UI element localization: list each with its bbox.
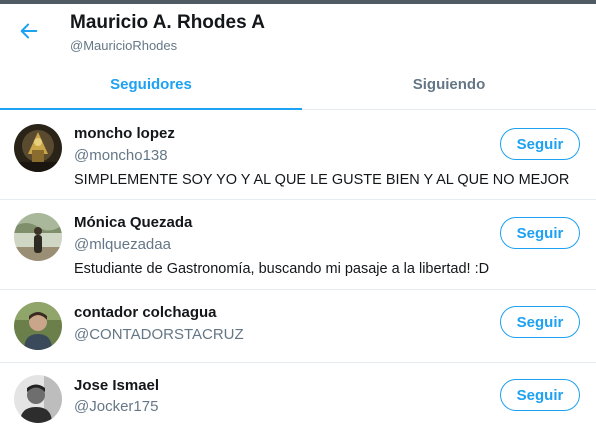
profile-header: Mauricio A. Rhodes A @MauricioRhodes	[0, 4, 596, 60]
user-bio: SIMPLEMENTE SOY YO Y AL QUE LE GUSTE BIE…	[74, 172, 570, 188]
page-title: Mauricio A. Rhodes A	[70, 12, 265, 33]
user-name[interactable]: moncho lopez	[74, 125, 175, 142]
follow-button[interactable]: Seguir	[500, 128, 580, 160]
arrow-left-icon	[20, 23, 38, 39]
follow-button[interactable]: Seguir	[500, 379, 580, 411]
avatar[interactable]	[14, 124, 62, 172]
avatar[interactable]	[14, 375, 62, 423]
list-item[interactable]: moncho lopez @moncho138 SIMPLEMENTE SOY …	[0, 111, 596, 200]
user-name[interactable]: Mónica Quezada	[74, 214, 192, 231]
user-name[interactable]: contador colchagua	[74, 304, 217, 321]
tab-bar: Seguidores Siguiendo	[0, 60, 596, 110]
user-name[interactable]: Jose Ismael	[74, 377, 159, 394]
active-tab-indicator	[0, 108, 302, 110]
user-handle[interactable]: @moncho138	[74, 147, 168, 164]
list-item[interactable]: contador colchagua @CONTADORSTACRUZ Segu…	[0, 290, 596, 363]
avatar[interactable]	[14, 302, 62, 350]
back-button[interactable]	[14, 16, 44, 46]
list-item[interactable]: Jose Ismael @Jocker175 Seguir	[0, 363, 596, 434]
user-handle[interactable]: @CONTADORSTACRUZ	[74, 326, 244, 343]
list-item[interactable]: Mónica Quezada @mlquezadaa Estudiante de…	[0, 200, 596, 290]
avatar[interactable]	[14, 213, 62, 261]
tab-siguiendo[interactable]: Siguiendo	[302, 60, 596, 109]
tab-seguidores[interactable]: Seguidores	[0, 60, 302, 109]
user-handle[interactable]: @Jocker175	[74, 398, 158, 415]
user-handle[interactable]: @mlquezadaa	[74, 236, 171, 253]
follow-button[interactable]: Seguir	[500, 217, 580, 249]
user-bio: Estudiante de Gastronomía, buscando mi p…	[74, 261, 490, 277]
profile-handle: @MauricioRhodes	[70, 38, 178, 53]
follow-button[interactable]: Seguir	[500, 306, 580, 338]
